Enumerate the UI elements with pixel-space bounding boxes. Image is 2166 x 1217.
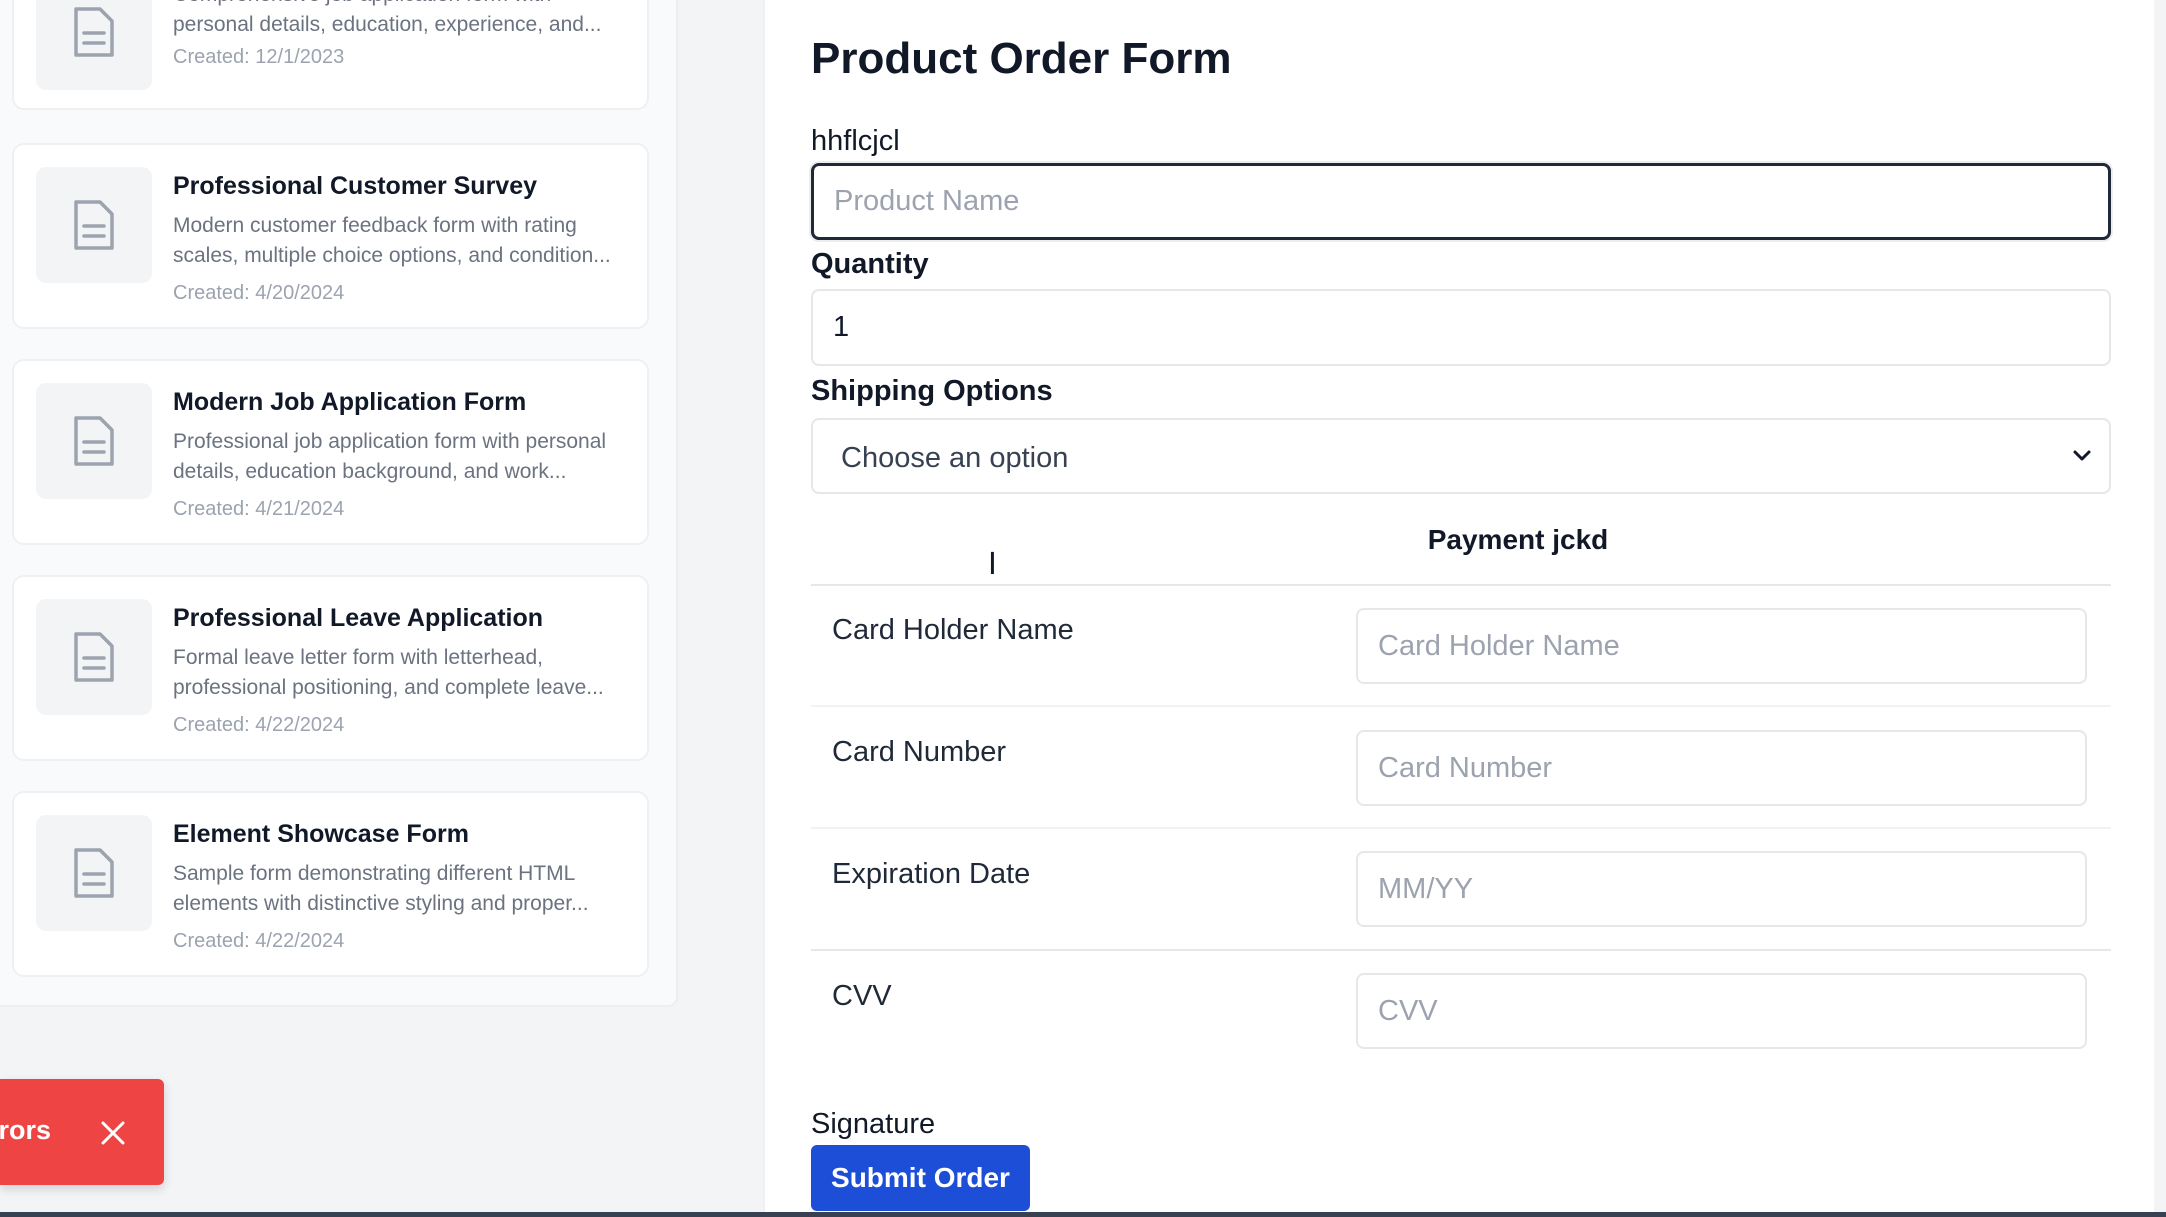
form-card-description: Sample form demonstrating different HTML… — [173, 859, 633, 919]
text-cursor-icon: I — [988, 547, 997, 582]
form-card-description-line: scales, multiple choice options, and con… — [173, 244, 611, 267]
form-card-icon-box — [36, 0, 152, 90]
product-name-input[interactable] — [811, 163, 2111, 240]
document-icon — [74, 200, 114, 250]
form-card-created: Created: 4/21/2024 — [173, 498, 345, 520]
row-divider — [811, 827, 2111, 829]
form-card-description-line: details, education background, and work.… — [173, 460, 567, 483]
form-card[interactable]: Professional Customer Survey Modern cust… — [12, 143, 649, 329]
error-toast-text: rors — [0, 1115, 51, 1145]
quantity-label: Quantity — [811, 248, 929, 280]
error-toast: rors — [0, 1079, 164, 1185]
chevron-down-icon — [2073, 450, 2091, 461]
order-form-panel: Product Order Form hhflcjcl Quantity Shi… — [763, 0, 2154, 1212]
card-number-label: Card Number — [832, 736, 1007, 768]
form-card-icon-box — [36, 815, 152, 931]
taskbar-edge — [0, 1212, 2166, 1217]
form-card-created: Created: 12/1/2023 — [173, 46, 345, 68]
form-card[interactable]: Element Showcase Form Sample form demons… — [12, 791, 649, 977]
signature-label: Signature — [811, 1108, 936, 1140]
form-card-icon-box — [36, 383, 152, 499]
close-icon[interactable] — [96, 1116, 130, 1150]
row-divider — [811, 949, 2111, 951]
form-list-panel: Comprehensive job application form with … — [0, 0, 678, 1007]
form-card-title: Element Showcase Form — [173, 820, 469, 848]
form-card-description-line: Professional job application form with p… — [173, 430, 607, 453]
shipping-options-selected: Choose an option — [841, 442, 1069, 474]
form-card-title: Professional Customer Survey — [173, 172, 538, 200]
payment-divider — [811, 584, 2111, 586]
form-card-description-line: elements with distinctive styling and pr… — [173, 892, 589, 915]
form-card-created: Created: 4/22/2024 — [173, 930, 345, 952]
expiration-date-label: Expiration Date — [832, 858, 1031, 890]
form-card-title: Modern Job Application Form — [173, 388, 527, 416]
document-icon — [74, 416, 114, 466]
document-icon — [74, 848, 114, 898]
form-card[interactable]: Professional Leave Application Formal le… — [12, 575, 649, 761]
shipping-options-label: Shipping Options — [811, 375, 1053, 407]
document-icon — [74, 7, 114, 57]
form-card[interactable]: Comprehensive job application form with … — [12, 0, 649, 110]
quantity-input[interactable] — [811, 289, 2111, 366]
form-card-description-line: professional positioning, and complete l… — [173, 676, 604, 699]
form-card-description: Formal leave letter form with letterhead… — [173, 643, 633, 703]
form-card-title: Professional Leave Application — [173, 604, 544, 632]
form-card-icon-box — [36, 167, 152, 283]
cvv-input[interactable] — [1356, 973, 2087, 1049]
cvv-label: CVV — [832, 980, 892, 1012]
document-icon — [74, 632, 114, 682]
card-holder-name-label: Card Holder Name — [832, 614, 1074, 646]
form-card-created: Created: 4/20/2024 — [173, 282, 345, 304]
payment-section-title: Payment jckd — [1427, 524, 1609, 555]
product-name-label: hhflcjcl — [811, 125, 900, 157]
shipping-options-select[interactable]: Choose an option — [811, 418, 2111, 494]
form-card-icon-box — [36, 599, 152, 715]
card-holder-name-input[interactable] — [1356, 608, 2087, 684]
card-number-input[interactable] — [1356, 730, 2087, 806]
form-card-description-line: Modern customer feedback form with ratin… — [173, 214, 577, 237]
form-card-description: Comprehensive job application form with … — [173, 0, 633, 40]
form-card-description-line: personal details, education, experience,… — [173, 13, 602, 36]
row-divider — [811, 705, 2111, 707]
form-card-description: Professional job application form with p… — [173, 427, 633, 487]
submit-order-button[interactable]: Submit Order — [811, 1145, 1030, 1211]
form-card-description-line: Comprehensive job application form with — [173, 0, 633, 10]
page-title: Product Order Form — [811, 34, 1232, 83]
form-card-description-line: Formal leave letter form with letterhead… — [173, 646, 543, 669]
expiration-date-input[interactable] — [1356, 851, 2087, 927]
form-card-description: Modern customer feedback form with ratin… — [173, 211, 633, 271]
form-card-description-line: Sample form demonstrating different HTML — [173, 862, 576, 885]
form-card-created: Created: 4/22/2024 — [173, 714, 345, 736]
form-card[interactable]: Modern Job Application Form Professional… — [12, 359, 649, 545]
